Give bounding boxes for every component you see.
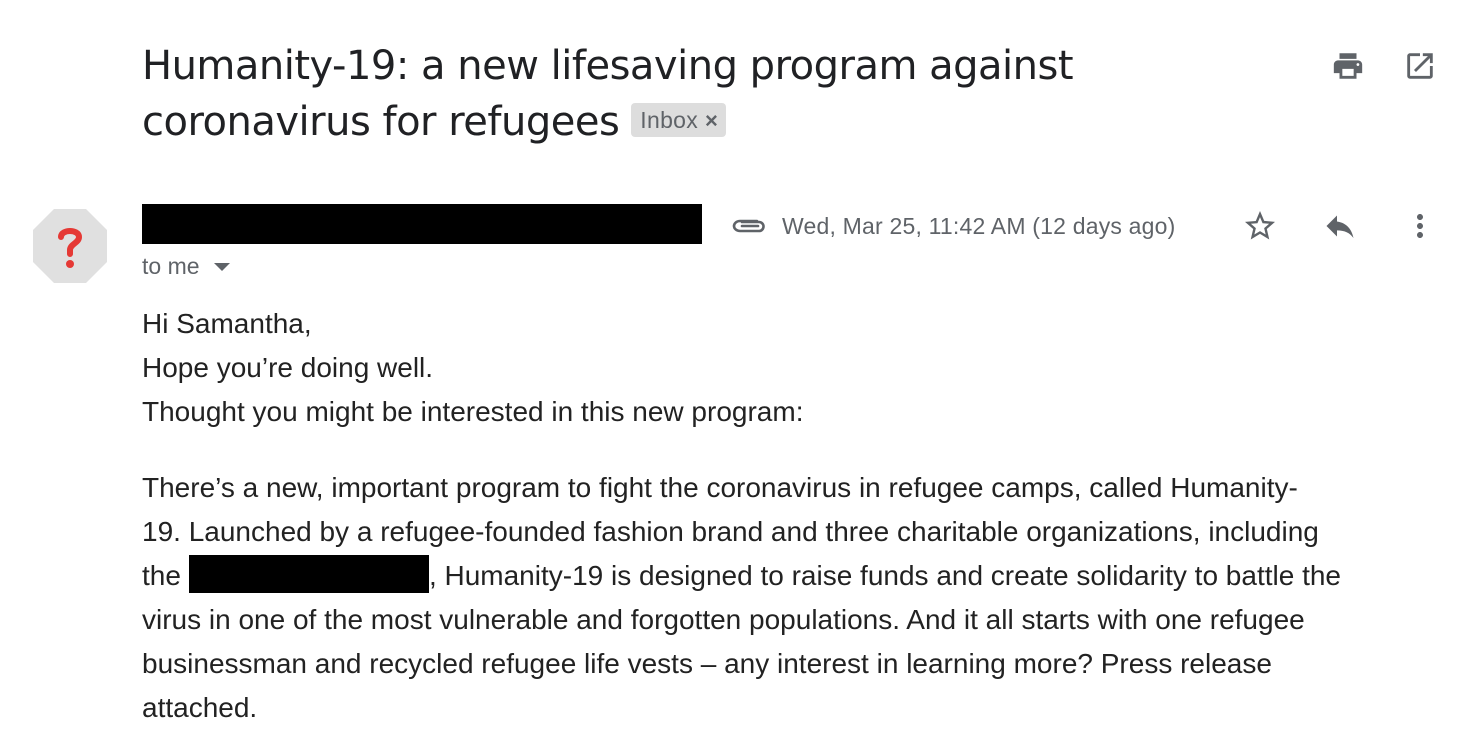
recipient-details-toggle[interactable]: to me — [142, 252, 230, 280]
paragraph-line: virus in one of the most vulnerable and … — [142, 604, 1305, 635]
print-button[interactable] — [1328, 46, 1368, 86]
body-line: Thought you might be interested in this … — [142, 396, 804, 427]
email-subject: Humanity-19: a new lifesaving program ag… — [142, 38, 1142, 150]
unknown-sender-avatar-icon — [33, 209, 107, 283]
open-in-new-window-icon — [1407, 53, 1433, 79]
paragraph-text: the — [142, 560, 181, 591]
body-line: Hi Samantha, — [142, 308, 312, 339]
reply-icon — [1326, 215, 1354, 238]
message-date: Wed, Mar 25, 11:42 AM (12 days ago) — [782, 213, 1176, 239]
paragraph-line: the , Humanity-19 is designed to raise fu… — [142, 554, 1442, 598]
paragraph-line: businessman and recycled refugee life ve… — [142, 648, 1272, 679]
more-options-button[interactable] — [1400, 206, 1440, 246]
recipient-label: to me — [142, 253, 200, 279]
paragraph-text: , Humanity-19 is designed to raise funds… — [428, 560, 1342, 591]
paperclip-icon — [732, 219, 765, 233]
remove-label-button[interactable]: × — [705, 104, 718, 138]
print-icon — [1333, 53, 1363, 79]
inbox-label-chip: Inbox × — [631, 103, 727, 138]
sender-avatar[interactable] — [32, 208, 108, 284]
paragraph-line: 19. Launched by a refugee-founded fashio… — [142, 516, 1319, 547]
star-button[interactable] — [1240, 206, 1280, 246]
reply-button[interactable] — [1320, 206, 1360, 246]
star-icon — [1245, 211, 1275, 240]
sender-name-redacted — [142, 204, 702, 244]
more-vert-icon — [1417, 214, 1423, 238]
paragraph-line: attached. — [142, 692, 258, 723]
body-line: Hope you’re doing well. — [142, 352, 434, 383]
subject-line-1: Humanity-19: a new lifesaving program ag… — [142, 43, 1074, 89]
subject-line-2: coronavirus for refugees — [142, 99, 620, 145]
paragraph-line: There’s a new, important program to figh… — [142, 472, 1298, 503]
label-text: Inbox — [640, 107, 699, 133]
message-meta: Wed, Mar 25, 11:42 AM (12 days ago) — [730, 209, 1176, 243]
open-in-new-window-button[interactable] — [1400, 46, 1440, 86]
chevron-down-icon — [213, 263, 230, 271]
message-paragraph: There’s a new, important program to figh… — [142, 466, 1442, 730]
message-greeting: Hi Samantha, Hope you’re doing well. Tho… — [142, 302, 1442, 434]
organization-name-redacted — [188, 555, 429, 593]
